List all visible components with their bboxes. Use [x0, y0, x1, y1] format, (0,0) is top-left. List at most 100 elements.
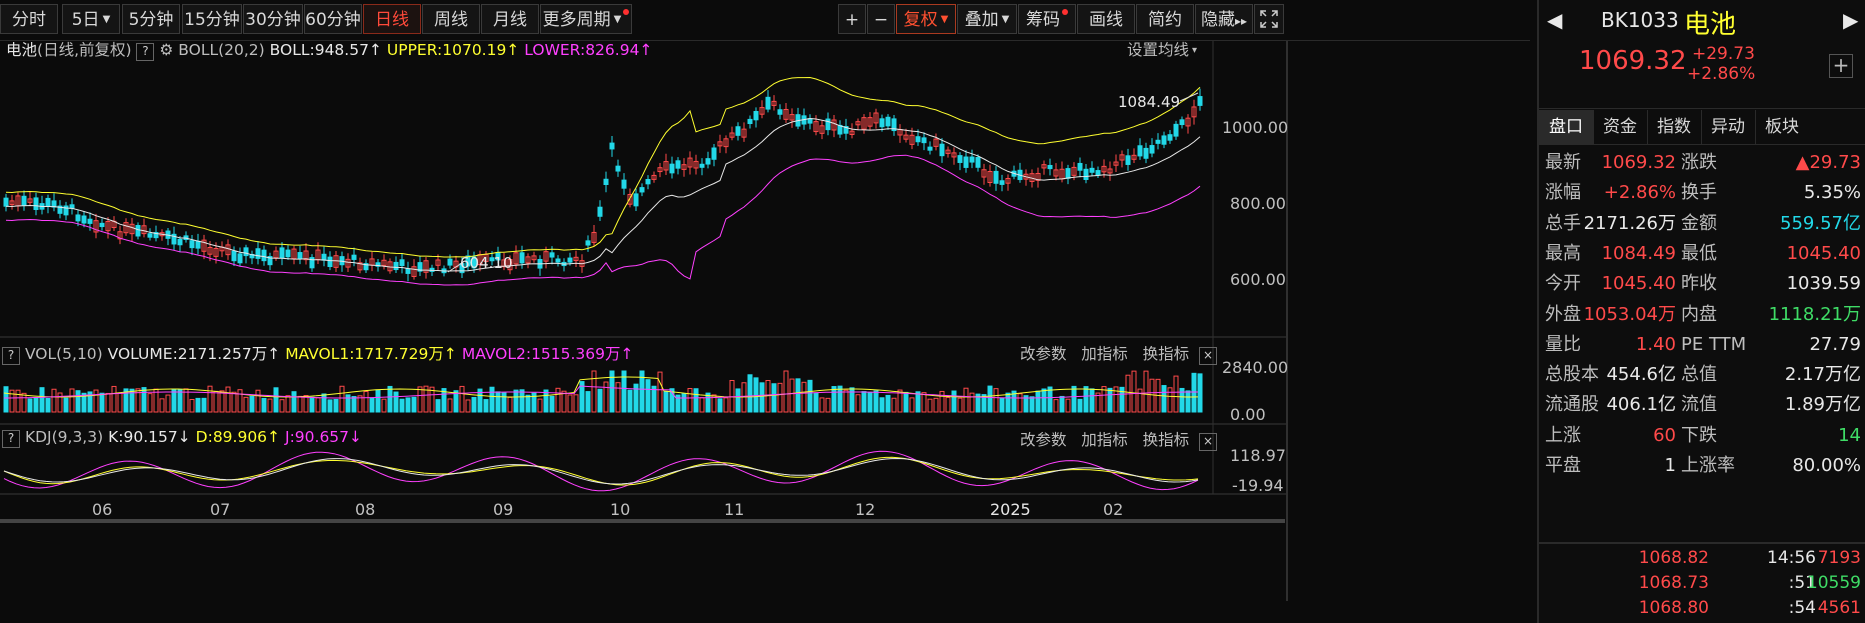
divider	[1539, 542, 1865, 544]
ma-setting-button[interactable]: 设置均线 ▾	[1127, 38, 1197, 60]
volume-bar	[1041, 388, 1047, 413]
switch-indicator-button[interactable]: 换指标	[1143, 345, 1190, 363]
volume-bar	[1017, 393, 1023, 413]
period-15min[interactable]: 15分钟	[182, 4, 242, 34]
candle-body	[1047, 164, 1053, 170]
volume-bar	[1077, 398, 1083, 413]
volume-bar	[525, 394, 531, 413]
volume-bar	[885, 394, 891, 413]
volume-bar	[417, 386, 423, 413]
candle-body	[75, 214, 81, 222]
zoom-out-button[interactable]: −	[867, 4, 895, 34]
candle-body	[603, 178, 609, 186]
close-icon[interactable]: ×	[1198, 433, 1217, 451]
period-weekly[interactable]: 周线	[422, 4, 480, 34]
period-5min[interactable]: 5分钟	[122, 4, 180, 34]
volume-bar	[33, 396, 39, 413]
candle-body	[1197, 96, 1203, 106]
help-icon[interactable]: ?	[2, 430, 20, 448]
volume-bar	[189, 398, 195, 413]
period-60min[interactable]: 60分钟	[304, 4, 362, 34]
volume-bar	[1149, 378, 1155, 413]
candle-body	[237, 253, 243, 264]
volume-bar	[633, 383, 639, 413]
y-tick: 600.00	[1230, 270, 1286, 289]
add-watchlist-icon[interactable]: +	[1829, 54, 1853, 78]
tick-volume: 10559	[1806, 573, 1861, 593]
help-icon[interactable]: ?	[136, 43, 155, 61]
volume-bar	[1083, 386, 1089, 413]
volume-bar	[537, 398, 543, 413]
period-30min[interactable]: 30分钟	[243, 4, 303, 34]
add-indicator-button[interactable]: 加指标	[1081, 431, 1128, 449]
volume-bar	[1143, 370, 1149, 413]
candle-body	[777, 109, 783, 115]
edit-params-button[interactable]: 改参数	[1020, 345, 1067, 363]
volume-bar	[279, 399, 285, 413]
arrow-up-icon: ↑	[267, 428, 281, 446]
volume-bar	[627, 389, 633, 413]
candle-body	[519, 252, 525, 264]
candle-body	[1167, 134, 1173, 141]
adjust-button[interactable]: 复权 ▼	[896, 4, 956, 34]
more-periods-button[interactable]: 更多周期 ▼	[540, 4, 632, 34]
candle-body	[1065, 168, 1071, 179]
volume-bar	[363, 391, 369, 413]
candle-body	[669, 163, 675, 174]
tab-orderbook[interactable]: 盘口	[1539, 110, 1594, 144]
tab-index[interactable]: 指数	[1647, 110, 1702, 144]
kdj-title[interactable]: KDJ(9,3,3)	[25, 428, 103, 446]
tab-sector[interactable]: 板块	[1755, 110, 1809, 144]
period-5day[interactable]: 5日 ▼	[62, 4, 120, 34]
settings-icon[interactable]: ⚙	[159, 41, 173, 59]
candle-body	[135, 225, 141, 237]
switch-indicator-button[interactable]: 换指标	[1143, 431, 1190, 449]
fullscreen-button[interactable]	[1254, 4, 1284, 34]
next-arrow-icon[interactable]: ▶	[1843, 8, 1858, 32]
chips-button[interactable]: 筹码	[1018, 4, 1076, 34]
period-monthly[interactable]: 月线	[481, 4, 539, 34]
arrow-down-icon: ↓	[177, 428, 191, 446]
volume-bar	[405, 397, 411, 413]
tab-funds[interactable]: 资金	[1593, 110, 1648, 144]
tab-anomaly[interactable]: 异动	[1701, 110, 1756, 144]
boll-upper-line	[5, 76, 1201, 258]
volume-bar	[1107, 387, 1113, 413]
volume-bar	[555, 387, 561, 413]
volume-bar	[165, 394, 171, 413]
volume-bar	[147, 393, 153, 413]
period-intraday[interactable]: 分时	[0, 4, 58, 34]
overlay-button[interactable]: 叠加 ▼	[957, 4, 1017, 34]
indicator-name[interactable]: BOLL(20,2)	[178, 41, 264, 59]
period-toolbar: 分时 5日 ▼ 5分钟 15分钟 30分钟 60分钟 日线 周线 月线 更多周期 ▼…	[0, 0, 1530, 41]
draw-line-button[interactable]: 画线	[1077, 4, 1135, 34]
prev-arrow-icon[interactable]: ◀	[1547, 8, 1562, 32]
volume-bar	[933, 397, 939, 413]
volume-bar	[807, 379, 813, 413]
candle-body	[957, 155, 963, 163]
vol-title[interactable]: VOL(5,10)	[25, 345, 103, 363]
period-daily[interactable]: 日线	[363, 4, 421, 34]
candle-body	[927, 146, 933, 151]
simple-mode-button[interactable]: 简约	[1136, 4, 1194, 34]
hide-button[interactable]: 隐藏▸▸	[1195, 4, 1253, 34]
volume-bar	[1131, 370, 1137, 413]
volume-bar	[513, 389, 519, 413]
volume-bar	[543, 389, 549, 413]
tick-time: :54	[1788, 598, 1816, 618]
volume-bar	[963, 387, 969, 413]
volume-bar	[291, 391, 297, 413]
volume-bar	[993, 388, 999, 413]
zoom-in-button[interactable]: +	[838, 4, 866, 34]
add-indicator-button[interactable]: 加指标	[1081, 345, 1128, 363]
help-icon[interactable]: ?	[2, 347, 20, 365]
arrow-up-icon: ↑	[506, 41, 520, 59]
volume-bar	[327, 399, 333, 413]
candle-body	[63, 205, 69, 216]
volume-bar	[519, 389, 525, 413]
edit-params-button[interactable]: 改参数	[1020, 431, 1067, 449]
close-icon[interactable]: ×	[1198, 347, 1217, 365]
horizontal-scrollbar[interactable]	[0, 519, 1285, 523]
candle-body	[321, 253, 327, 261]
tick-price: 1068.73	[1638, 573, 1709, 593]
